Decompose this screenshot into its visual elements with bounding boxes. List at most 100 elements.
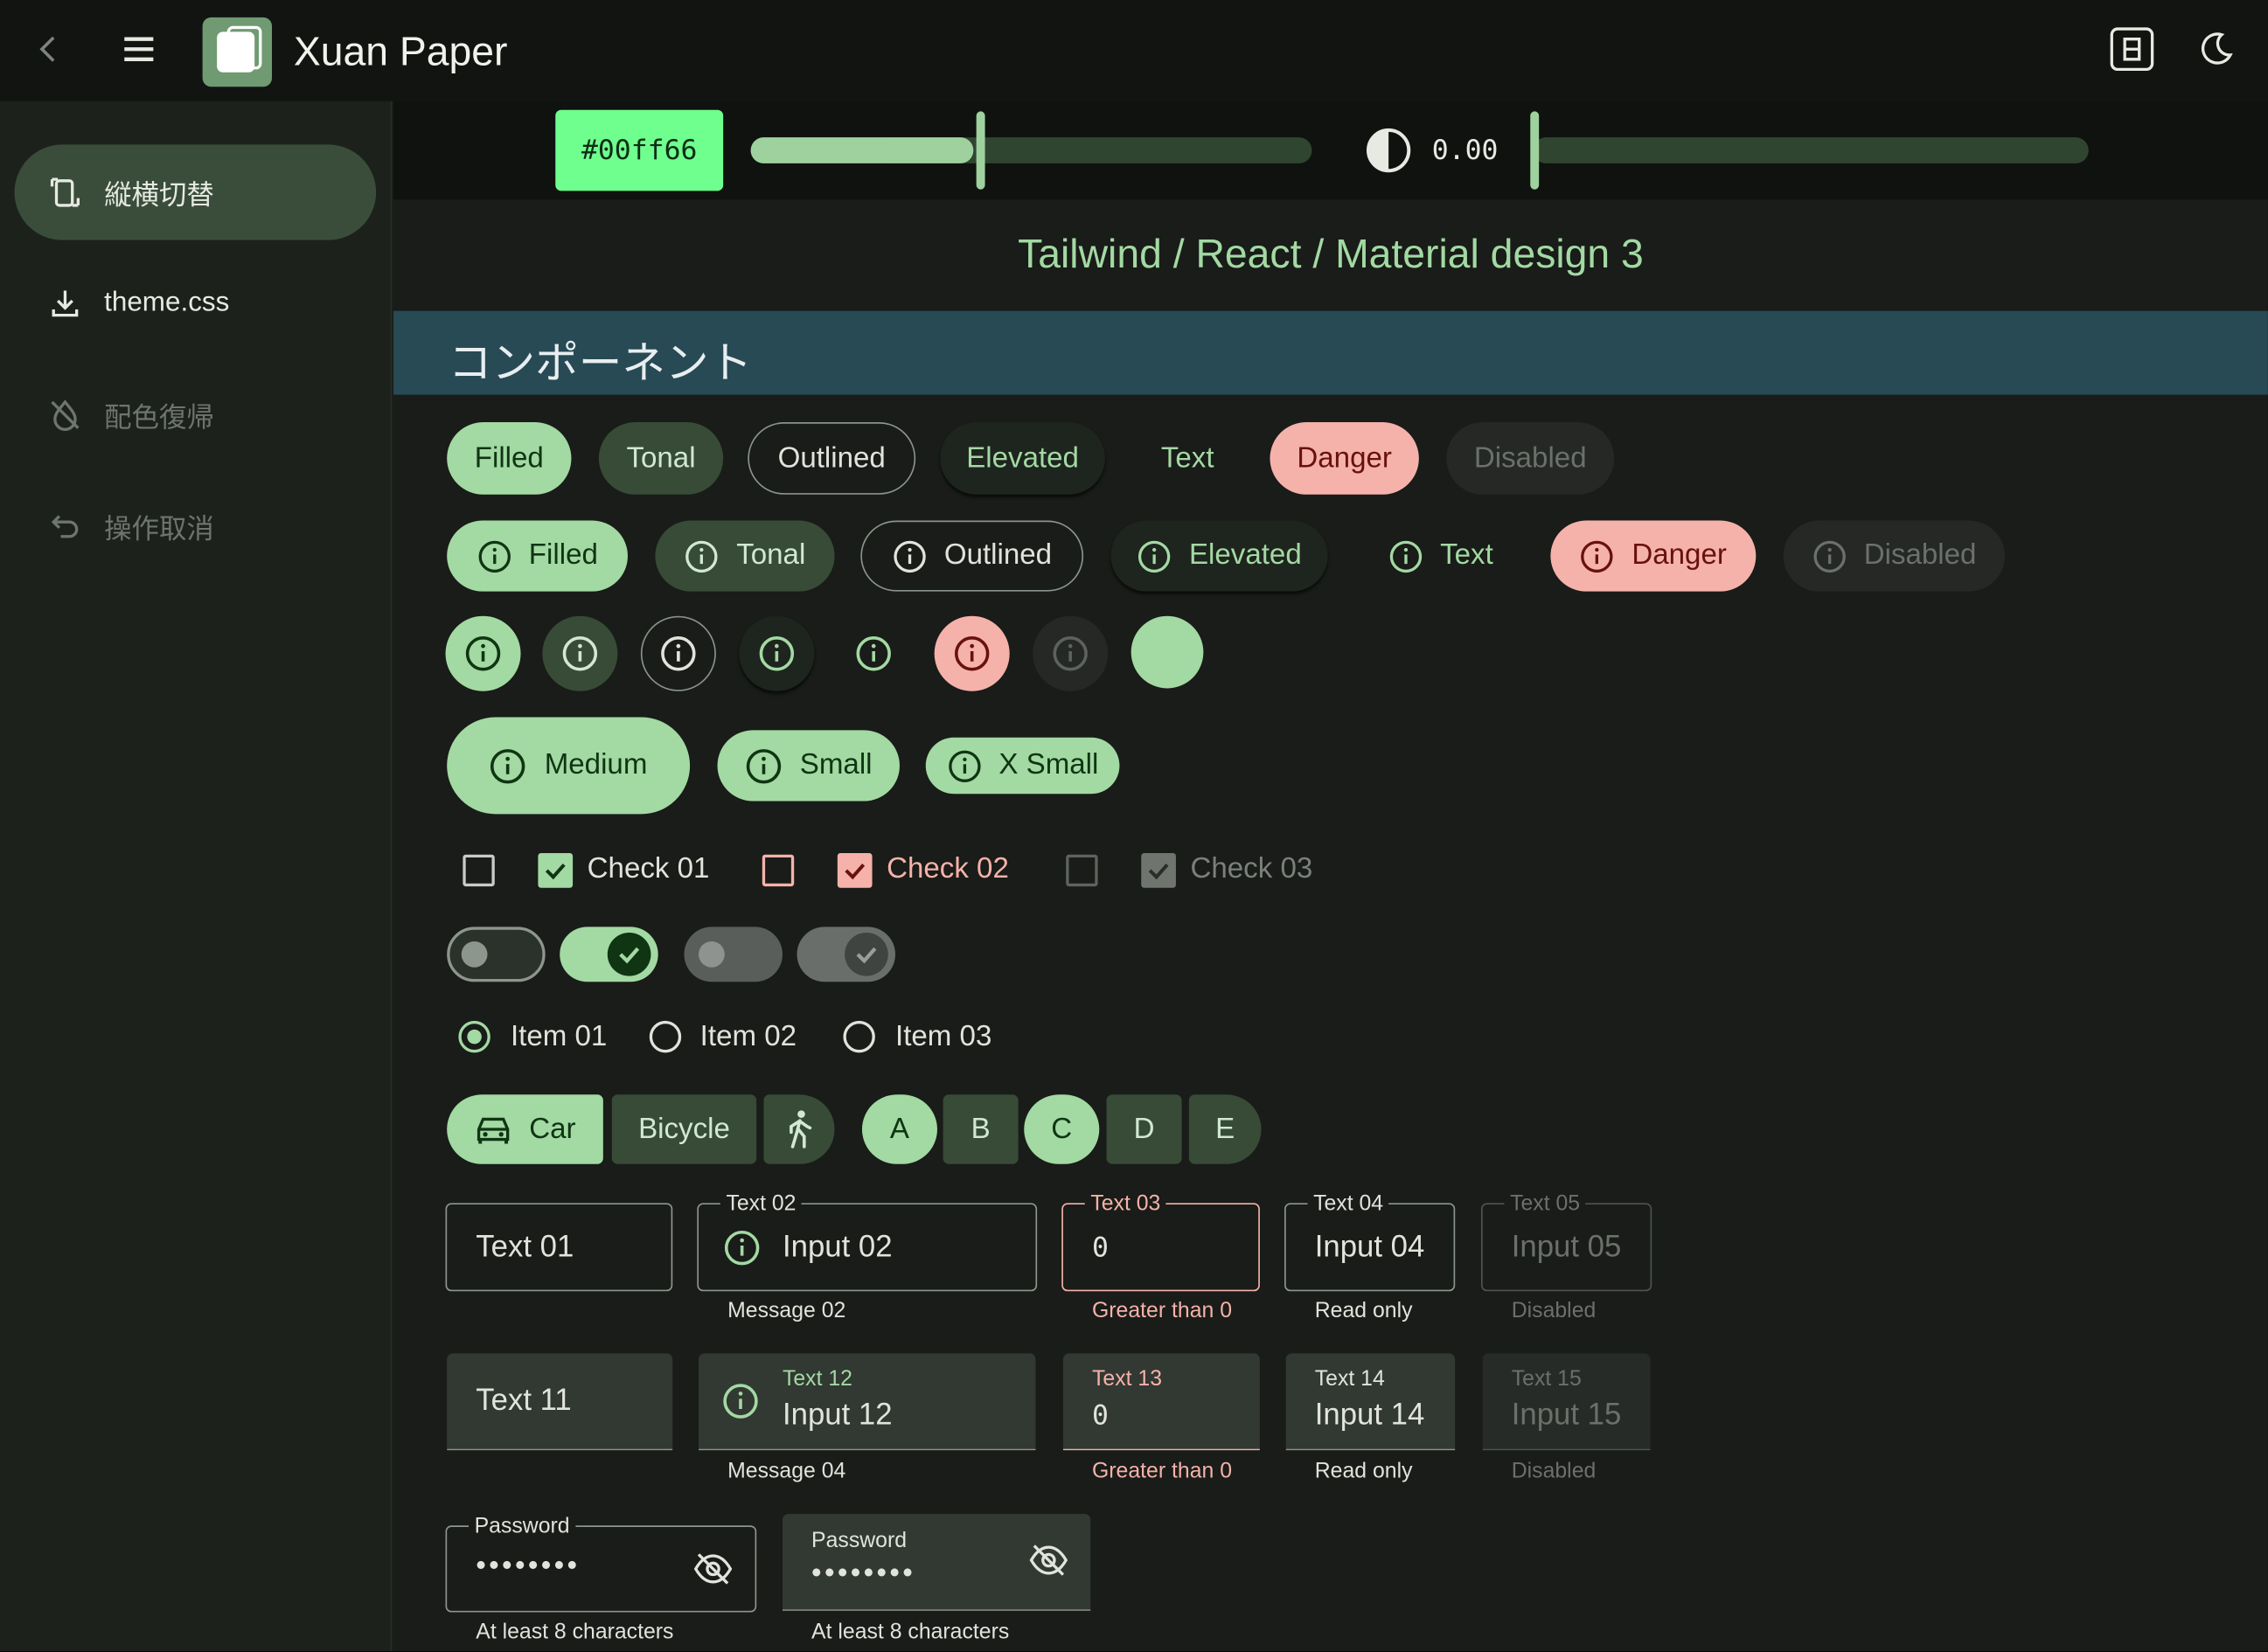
checkbox-error-checked[interactable] [837, 853, 873, 888]
tonal-icon-button[interactable]: Tonal [655, 520, 835, 592]
checkbox-error-unchecked[interactable] [762, 854, 795, 887]
field-label: Text 02 [720, 1191, 803, 1217]
radio-unselected[interactable] [843, 1020, 875, 1053]
text-field-03[interactable]: Text 03 0 [1061, 1191, 1260, 1292]
segment-car[interactable]: Car [447, 1094, 603, 1164]
split-view-icon [2110, 27, 2154, 72]
segment-walk[interactable] [763, 1094, 835, 1164]
text-field-01[interactable]: Text 01 [445, 1203, 673, 1292]
text-icon-button[interactable]: Text [1360, 521, 1521, 592]
switch-disabled-off [684, 927, 783, 982]
field-label: Password [811, 1528, 908, 1553]
segment-a[interactable]: A [861, 1094, 937, 1164]
elevated-button[interactable]: Elevated [940, 422, 1105, 495]
menu-button[interactable] [110, 20, 168, 78]
info-icon [490, 748, 526, 783]
filled-field-12[interactable]: Text 12 Input 12 [699, 1353, 1036, 1451]
outlined-icon-button[interactable]: Outlined [860, 520, 1084, 592]
checkbox-checked[interactable] [538, 853, 574, 888]
radio-selected[interactable] [458, 1020, 490, 1053]
field-label: Password [468, 1514, 576, 1539]
button-label: Text [1440, 539, 1493, 572]
switch-on[interactable] [560, 927, 658, 982]
switch-off[interactable] [447, 927, 546, 982]
sidebar-item-label: 操作取消 [104, 514, 214, 545]
check-icon [845, 863, 866, 880]
segment-e[interactable]: E [1188, 1094, 1262, 1164]
check-icon [856, 947, 877, 964]
sidebar-item-theme-css[interactable]: theme.css [15, 256, 377, 351]
info-icon [759, 636, 795, 671]
text-button[interactable]: Text [1134, 422, 1241, 495]
outlined-icon-only-button[interactable] [640, 615, 716, 691]
field-label: Text 05 [1504, 1191, 1586, 1217]
field-value: Input 15 [1511, 1398, 1622, 1432]
danger-button[interactable]: Danger [1270, 422, 1419, 495]
filled-icon-only-button[interactable] [445, 615, 521, 691]
danger-icon-only-button[interactable] [934, 615, 1010, 691]
checkbox-unchecked[interactable] [463, 854, 495, 887]
segment-d[interactable]: D [1106, 1094, 1182, 1164]
info-icon [477, 539, 511, 573]
sidebar-item-label: 配色復帰 [104, 402, 214, 434]
text-field-02[interactable]: Text 02 Input 02 [697, 1191, 1038, 1292]
sidebar-item-label: 縦横切替 [104, 179, 214, 211]
info-icon [856, 636, 891, 671]
tonal-button[interactable]: Tonal [598, 422, 724, 495]
outlined-button[interactable]: Outlined [748, 422, 916, 495]
text-icon-only-button[interactable] [836, 616, 911, 691]
hue-slider-thumb[interactable] [976, 111, 985, 190]
section-header: コンポーネント [393, 310, 2268, 395]
button-label: Disabled [1863, 539, 1977, 572]
segment-b[interactable]: B [943, 1094, 1019, 1164]
field-helper-text: At least 8 characters [811, 1619, 1010, 1644]
format-color-reset-icon [46, 396, 84, 434]
password-field-outlined[interactable]: Password •••••••• [445, 1514, 757, 1613]
segment-c[interactable]: C [1024, 1094, 1100, 1164]
password-field-filled[interactable]: Password •••••••• [782, 1514, 1091, 1611]
button-label: Small [799, 748, 873, 781]
tonal-icon-only-button[interactable] [542, 615, 618, 691]
filled-icon-button[interactable]: Filled [447, 520, 628, 592]
contrast-slider-thumb[interactable] [1530, 111, 1540, 190]
elevated-icon-only-button[interactable] [739, 615, 815, 691]
segment-label: Car [529, 1112, 576, 1145]
field-error-text: Greater than 0 [1091, 1459, 1233, 1484]
info-icon [948, 749, 980, 782]
segment-bicycle[interactable]: Bicycle [611, 1094, 757, 1164]
sidebar-item-undo[interactable]: 操作取消 [15, 479, 377, 574]
field-helper-text: At least 8 characters [476, 1619, 674, 1644]
radio-unselected[interactable] [649, 1020, 682, 1053]
info-icon [746, 748, 782, 783]
filled-field-13[interactable]: Text 13 0 [1062, 1353, 1260, 1451]
dark-mode-button[interactable] [2187, 20, 2244, 78]
text-field-04: Text 04 Input 04 [1284, 1191, 1456, 1292]
visibility-off-icon[interactable] [692, 1551, 733, 1586]
button-label: Elevated [1188, 539, 1302, 572]
visibility-off-icon[interactable] [1028, 1543, 1068, 1578]
contrast-slider[interactable] [1530, 110, 2089, 191]
field-helper-text: Message 04 [727, 1459, 846, 1484]
checkbox-label: Check 03 [1190, 853, 1313, 885]
filled-button[interactable]: Filled [447, 422, 572, 495]
rotate-device-icon [46, 174, 84, 212]
disabled-icon-only-button [1033, 615, 1109, 691]
x-small-button[interactable]: X Small [925, 737, 1120, 795]
elevated-icon-button[interactable]: Elevated [1110, 520, 1328, 592]
color-hex-input[interactable]: #00ff66 [555, 109, 724, 191]
sidebar-item-rotate[interactable]: 縦横切替 [14, 144, 377, 240]
top-app-bar: Xuan Paper [0, 0, 2268, 101]
info-icon [954, 636, 990, 671]
danger-icon-button[interactable]: Danger [1550, 520, 1757, 592]
sidebar-item-reset-colors[interactable]: 配色復帰 [15, 367, 377, 462]
filled-field-11[interactable]: Text 11 [447, 1353, 673, 1451]
layout-toggle-button[interactable] [2103, 20, 2160, 78]
field-label: Text 12 [782, 1366, 853, 1392]
hue-slider[interactable] [750, 110, 1312, 191]
medium-button[interactable]: Medium [447, 717, 691, 815]
navigation-drawer: 縦横切替 theme.css 配色復帰 操作取消 [0, 101, 393, 1652]
filled-blank-button[interactable] [1131, 615, 1204, 689]
small-button[interactable]: Small [717, 730, 900, 802]
back-button[interactable] [20, 20, 78, 78]
field-label: Text 15 [1511, 1366, 1582, 1392]
